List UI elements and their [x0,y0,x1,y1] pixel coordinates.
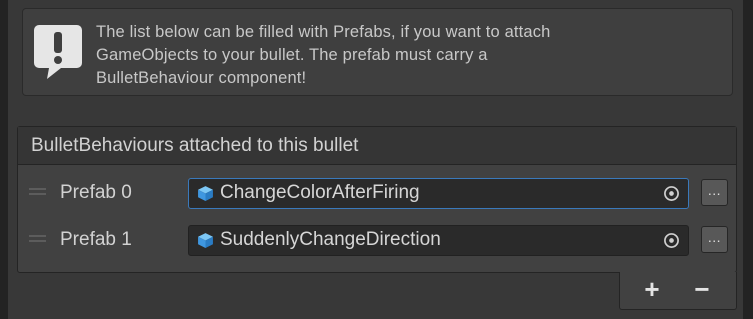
help-line: GameObjects to your bullet. The prefab m… [96,46,488,64]
add-item-button[interactable]: + [634,274,670,304]
more-options-button[interactable]: ... [701,226,728,253]
help-line: The list below can be filled with Prefab… [96,23,551,41]
help-box: The list below can be filled with Prefab… [22,8,733,96]
warning-speech-bubble-icon [34,25,82,79]
object-field-prefab-0[interactable]: ChangeColorAfterFiring [188,178,689,209]
remove-item-button[interactable]: − [684,274,720,304]
list-item[interactable]: Prefab 0 ChangeColorAfterFiring ... [18,174,736,214]
object-picker-icon[interactable] [663,232,680,249]
drag-handle-icon[interactable] [29,235,46,242]
list-footer: + − [619,272,737,310]
object-picker-icon[interactable] [663,185,680,202]
list-item[interactable]: Prefab 1 SuddenlyChangeDirection ... [18,221,736,261]
prefab-cube-icon [198,233,213,248]
list-header: BulletBehaviours attached to this bullet [18,127,736,165]
list-title: BulletBehaviours attached to this bullet [31,135,359,156]
object-field-value: SuddenlyChangeDirection [220,229,441,250]
object-field-prefab-1[interactable]: SuddenlyChangeDirection [188,225,689,256]
help-message: The list below can be filled with Prefab… [96,21,716,90]
help-line: BulletBehaviour component! [96,69,307,87]
window-left-border [0,0,8,319]
object-field-value: ChangeColorAfterFiring [220,182,420,203]
prefab-cube-icon [198,186,213,201]
prefab-label: Prefab 0 [60,182,132,203]
drag-handle-icon[interactable] [29,188,46,195]
reorderable-list: BulletBehaviours attached to this bullet… [17,126,737,273]
prefab-label: Prefab 1 [60,229,132,250]
more-options-button[interactable]: ... [701,179,728,206]
window-right-border [743,0,753,319]
